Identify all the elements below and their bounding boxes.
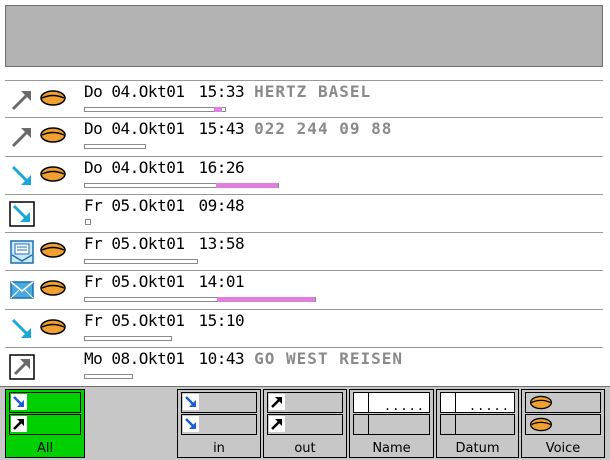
call-row[interactable]: Do 04.Okt01 16:26 — [5, 157, 603, 195]
filter-in-label: in — [213, 441, 225, 456]
call-text: Do 04.Okt01 15:43 022 244 09 88 — [84, 119, 392, 139]
fax-mail-icon — [10, 240, 34, 264]
filter-datum-button[interactable]: ..... Datum — [436, 389, 519, 458]
lips-icon — [529, 395, 553, 410]
duration-bar — [85, 218, 91, 225]
call-text: Fr 05.Okt01 13:58 — [84, 234, 245, 254]
envelope-icon — [10, 281, 34, 300]
call-time: 14:01 — [198, 272, 245, 292]
call-time: 09:48 — [198, 195, 245, 215]
duration-bar — [84, 144, 146, 150]
lips-icon — [40, 127, 66, 144]
all-out-cell — [9, 414, 81, 435]
outgoing-arrow-icon — [269, 416, 285, 432]
incoming-arrow-icon — [183, 416, 199, 432]
caller-name: GO WEST REISEN — [254, 349, 403, 369]
duration-fill — [217, 297, 315, 303]
call-time: 15:43 — [198, 119, 245, 139]
filter-all-button[interactable]: All — [5, 389, 85, 458]
incoming-arrow-icon — [11, 165, 32, 185]
name-dots: ..... — [383, 399, 425, 413]
lips-icon — [40, 280, 66, 297]
incoming-arrow-icon — [11, 394, 27, 410]
call-text: Fr 05.Okt01 15:10 — [84, 310, 245, 331]
call-date: Fr 05.Okt01 — [84, 310, 185, 330]
caller-name: HERTZ BASEL — [254, 82, 372, 101]
lips-icon — [40, 319, 66, 335]
incoming-arrow-icon — [11, 318, 32, 338]
call-time: 15:33 — [198, 82, 245, 101]
duration-bar — [84, 107, 226, 112]
call-text: Mo 08.Okt01 10:43 GO WEST REISEN — [84, 349, 403, 369]
filter-name-button[interactable]: ..... Name — [349, 389, 434, 458]
call-time: 10:43 — [198, 349, 245, 369]
call-time: 13:58 — [198, 234, 245, 254]
outgoing-box-arrow-icon — [9, 354, 35, 380]
name-cell-2 — [353, 414, 430, 435]
call-date: Do 04.Okt01 — [84, 157, 185, 177]
duration-fill — [216, 182, 278, 188]
duration-bar — [84, 259, 198, 265]
incoming-arrow-icon — [183, 394, 199, 410]
lips-icon — [529, 417, 553, 432]
call-time: 16:26 — [198, 157, 245, 177]
call-date: Do 04.Okt01 — [84, 119, 185, 139]
call-row[interactable]: Fr 05.Okt01 15:10 — [5, 310, 603, 349]
call-date: Do 04.Okt01 — [84, 82, 185, 101]
filter-toolbar: All in out ..... Name ..... Datum Voice — [0, 386, 610, 460]
duration-bar — [84, 335, 172, 341]
outgoing-arrow-icon — [11, 128, 32, 148]
voice-cell-1 — [525, 392, 601, 413]
out-cell-2 — [267, 414, 343, 435]
call-time: 15:10 — [198, 310, 245, 330]
call-text: Fr 05.Okt01 09:48 — [84, 195, 245, 216]
in-cell-1 — [181, 392, 257, 413]
voice-cell-2 — [525, 414, 601, 435]
call-date: Mo 08.Okt01 — [84, 349, 185, 369]
caller-number: 022 244 09 88 — [254, 119, 393, 139]
call-row[interactable]: Fr 05.Okt01 13:58 — [5, 233, 603, 272]
call-row[interactable]: Fr 05.Okt01 14:01 — [5, 271, 603, 310]
call-row[interactable]: Fr 05.Okt01 09:48 — [5, 195, 603, 234]
call-text: Do 04.Okt01 16:26 — [84, 157, 245, 178]
filter-out-button[interactable]: out — [263, 389, 347, 458]
call-row[interactable]: Do 04.Okt01 15:43 022 244 09 88 — [5, 118, 603, 157]
call-list[interactable]: Do 04.Okt01 15:33 HERTZ BASEL Do 04.Okt01 1… — [5, 80, 603, 386]
call-text: Do 04.Okt01 15:33 HERTZ BASEL — [84, 82, 371, 102]
filter-voice-button[interactable]: Voice — [521, 389, 605, 458]
filter-all-label: All — [36, 441, 54, 456]
out-cell-1 — [267, 392, 343, 413]
lips-icon — [39, 87, 67, 109]
incoming-box-arrow-icon — [9, 201, 35, 227]
lips-icon — [40, 242, 66, 258]
filter-in-button[interactable]: in — [177, 389, 261, 458]
call-row[interactable]: Do 04.Okt01 15:33 HERTZ BASEL — [5, 80, 603, 119]
call-row[interactable]: Mo 08.Okt01 10:43 GO WEST REISEN — [5, 348, 603, 386]
lips-icon — [40, 165, 66, 182]
call-date: Fr 05.Okt01 — [84, 195, 185, 215]
call-date: Fr 05.Okt01 — [84, 272, 185, 292]
datum-dots: ..... — [468, 399, 510, 413]
filter-datum-label: Datum — [455, 441, 500, 456]
outgoing-arrow-icon — [11, 416, 27, 432]
duration-fill — [214, 107, 222, 112]
outgoing-arrow-icon — [11, 90, 32, 111]
filter-out-label: out — [294, 441, 316, 456]
in-cell-2 — [181, 414, 257, 435]
name-cell-1: ..... — [353, 392, 430, 413]
call-text: Fr 05.Okt01 14:01 — [84, 272, 245, 292]
filter-voice-label: Voice — [545, 441, 581, 456]
duration-bar — [84, 374, 133, 380]
datum-cell-1: ..... — [440, 392, 515, 413]
datum-cell-2 — [440, 414, 515, 435]
title-bar — [5, 5, 603, 67]
call-date: Fr 05.Okt01 — [84, 234, 185, 254]
all-in-cell — [9, 392, 81, 413]
outgoing-arrow-icon — [269, 394, 285, 410]
filter-name-label: Name — [372, 441, 411, 456]
